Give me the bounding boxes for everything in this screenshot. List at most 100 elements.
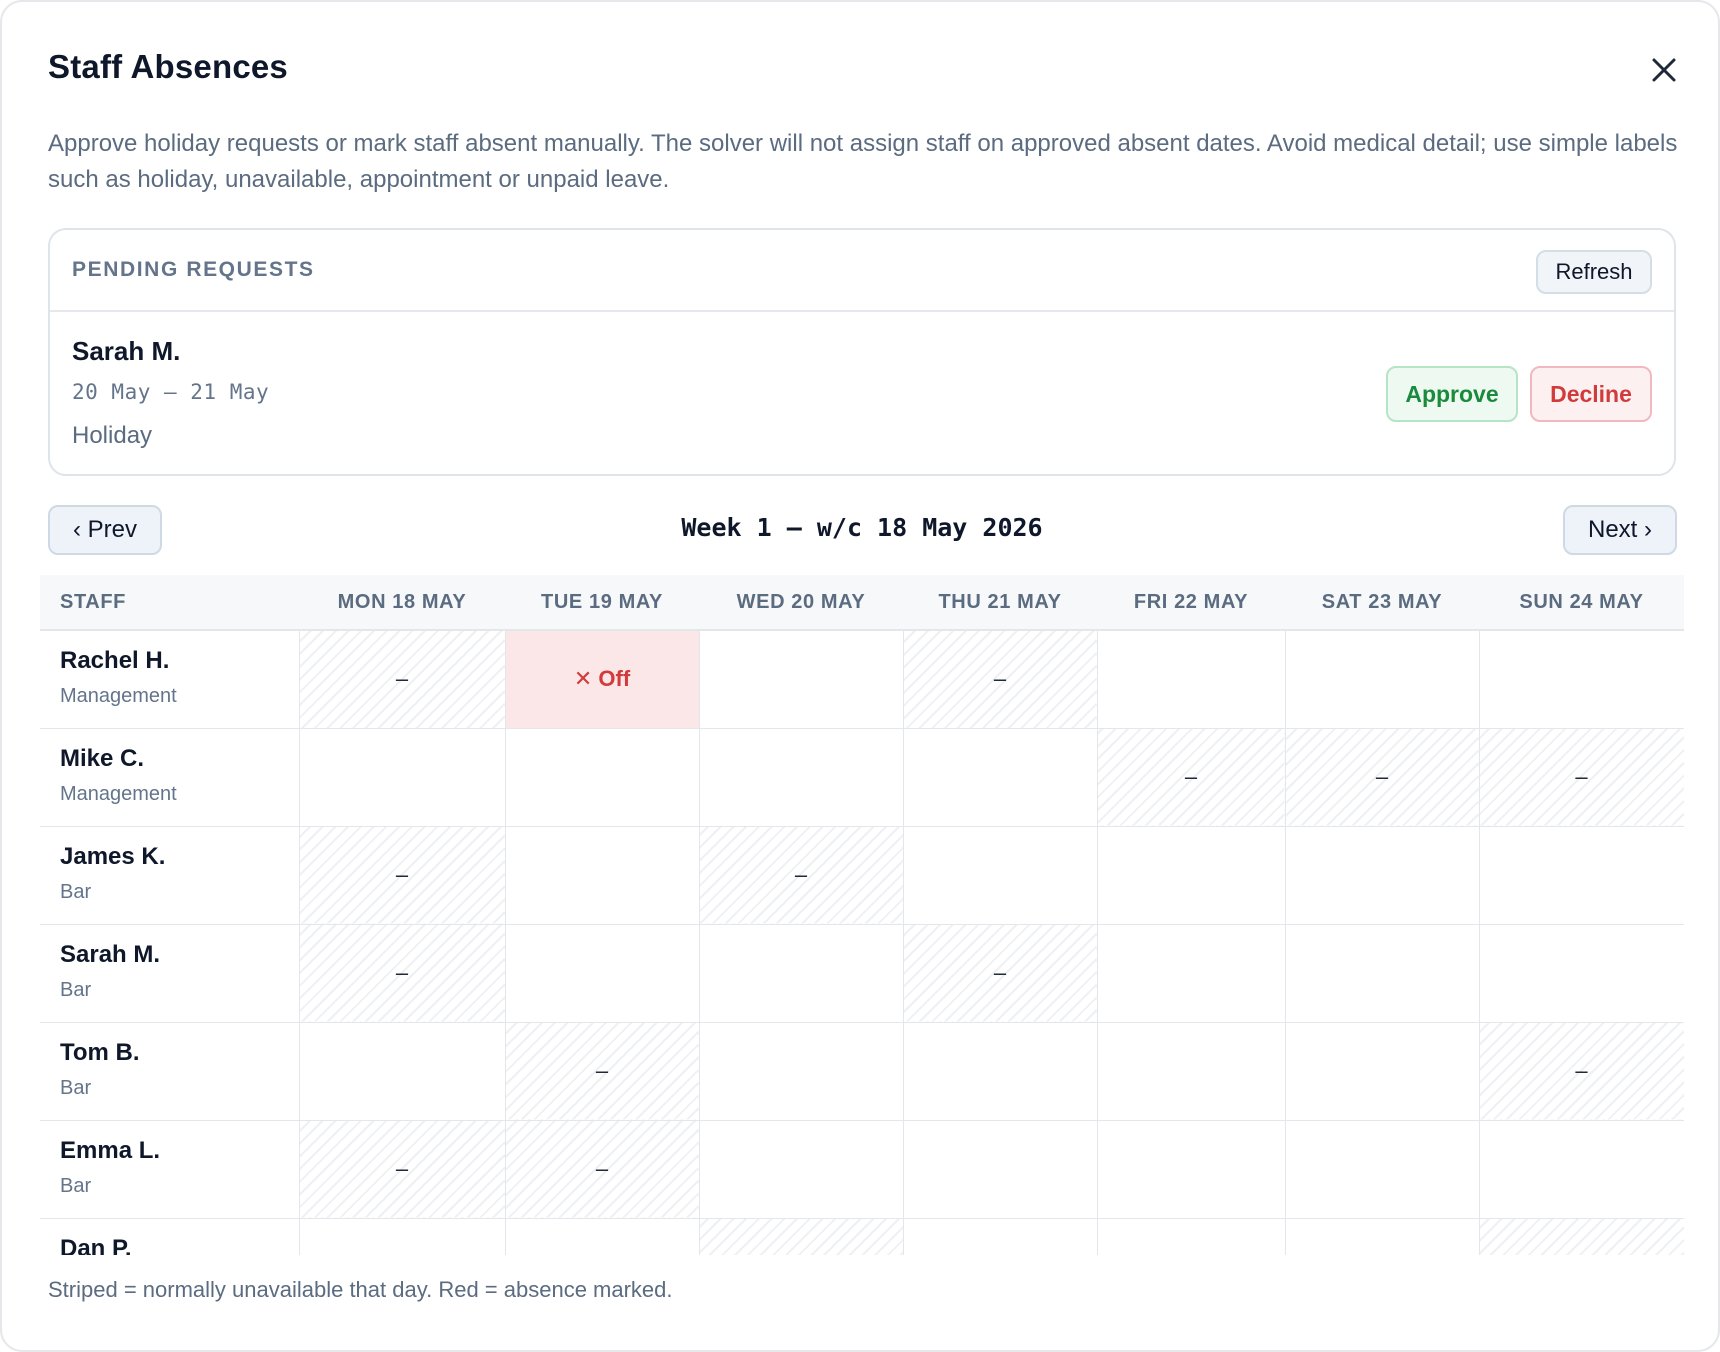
table-row: Mike C. Management – – – [40, 728, 1684, 827]
day-cell-unavailable[interactable]: – [699, 1218, 904, 1255]
staff-column-header: Staff [40, 575, 299, 631]
day-cell[interactable] [903, 1218, 1098, 1255]
day-header: Thu 21 May [903, 575, 1097, 631]
refresh-button[interactable]: Refresh [1536, 250, 1652, 294]
absence-off-label: ✕ Off [573, 666, 631, 692]
legend-footnote: Striped = normally unavailable that day.… [48, 1277, 673, 1302]
modal-title: Staff Absences [48, 48, 288, 85]
unavailable-dash: – [993, 960, 1007, 985]
close-icon [1652, 58, 1676, 82]
unavailable-dash: – [1575, 764, 1588, 789]
unavailable-dash: – [993, 666, 1007, 692]
day-header: Fri 22 May [1097, 575, 1285, 631]
staff-cell: Emma L. Bar [40, 1120, 300, 1219]
day-cell[interactable] [903, 1120, 1098, 1219]
day-cell[interactable] [1097, 1022, 1286, 1121]
day-cell-unavailable[interactable]: – [299, 826, 506, 925]
day-cell-unavailable[interactable]: – [299, 924, 506, 1023]
day-cell[interactable] [1285, 630, 1480, 729]
unavailable-dash: – [1184, 764, 1198, 789]
staff-cell: Rachel H. Management [40, 630, 300, 729]
pending-requests-panel: PENDING REQUESTS Refresh Sarah M. 20 May… [48, 228, 1676, 476]
staff-cell: James K. Bar [40, 826, 300, 925]
day-header: Tue 19 May [505, 575, 699, 631]
grid-header-row: Staff Mon 18 May Tue 19 May Wed 20 May T… [40, 575, 1684, 631]
staff-name: Emma L. [60, 1136, 161, 1164]
staff-name: Sarah M. [60, 940, 161, 968]
pending-requests-title: PENDING REQUESTS [72, 258, 315, 281]
day-cell-unavailable[interactable]: – [1097, 728, 1286, 827]
unavailable-dash: – [395, 862, 409, 887]
day-cell[interactable] [505, 924, 700, 1023]
unavailable-dash: – [1375, 764, 1389, 789]
table-row: Dan P. – – [40, 1218, 1684, 1255]
day-cell[interactable] [505, 826, 700, 925]
day-cell[interactable] [1097, 1120, 1286, 1219]
day-cell[interactable] [903, 728, 1098, 827]
day-cell[interactable] [1285, 1218, 1480, 1255]
day-cell-unavailable[interactable]: – [903, 924, 1098, 1023]
day-cell-unavailable[interactable]: – [1479, 1022, 1684, 1121]
table-row: Tom B. Bar – – [40, 1022, 1684, 1121]
intro-text: Approve holiday requests or mark staff a… [48, 130, 1678, 193]
day-cell[interactable] [1479, 924, 1684, 1023]
approve-button[interactable]: Approve [1386, 366, 1518, 422]
day-cell[interactable] [903, 826, 1098, 925]
staff-cell: Dan P. [40, 1218, 300, 1255]
staff-role: Management [60, 782, 177, 805]
staff-cell: Tom B. Bar [40, 1022, 300, 1121]
day-cell[interactable] [1479, 1120, 1684, 1219]
staff-role: Bar [60, 1174, 92, 1197]
day-cell[interactable] [1285, 924, 1480, 1023]
day-cell[interactable] [699, 1120, 904, 1219]
day-cell[interactable] [1285, 1120, 1480, 1219]
unavailable-dash: – [795, 1254, 807, 1255]
staff-role: Bar [60, 880, 92, 903]
day-cell-unavailable[interactable]: – [699, 826, 904, 925]
day-cell[interactable] [299, 728, 506, 827]
unavailable-dash: – [395, 960, 409, 985]
day-cell[interactable] [1097, 630, 1286, 729]
staff-cell: Sarah M. Bar [40, 924, 300, 1023]
day-cell[interactable] [505, 1218, 700, 1255]
unavailable-dash: – [1575, 1058, 1588, 1083]
day-cell[interactable] [699, 728, 904, 827]
week-title: Week 1 — w/c 18 May 2026 [681, 513, 1043, 542]
day-cell[interactable] [903, 1022, 1098, 1121]
next-week-button[interactable]: Next › [1563, 505, 1677, 555]
day-cell-unavailable[interactable]: – [505, 1120, 700, 1219]
day-cell-unavailable[interactable]: – [299, 630, 506, 729]
day-cell[interactable] [1285, 1022, 1480, 1121]
day-cell[interactable] [1285, 826, 1480, 925]
day-cell-unavailable[interactable]: – [299, 1120, 506, 1219]
decline-button[interactable]: Decline [1530, 366, 1652, 422]
day-cell-unavailable[interactable]: – [1479, 1218, 1684, 1255]
day-cell-unavailable[interactable]: – [1285, 728, 1480, 827]
staff-role: Management [60, 685, 177, 707]
staff-name: Rachel H. [60, 647, 170, 674]
table-row: Emma L. Bar – – [40, 1120, 1684, 1219]
day-cell-unavailable[interactable]: – [505, 1022, 700, 1121]
day-cell[interactable] [1097, 924, 1286, 1023]
staff-name: Tom B. [60, 1038, 140, 1066]
day-cell[interactable] [1097, 826, 1286, 925]
day-cell[interactable] [699, 924, 904, 1023]
table-row: Rachel H. Management – ✕ Off – [40, 630, 1684, 729]
day-cell-unavailable[interactable]: – [1479, 728, 1684, 827]
day-cell-unavailable[interactable]: – [903, 630, 1098, 729]
unavailable-dash: – [595, 1058, 609, 1083]
day-cell[interactable] [699, 630, 904, 729]
unavailable-dash: – [595, 1156, 609, 1181]
table-row: James K. Bar – – [40, 826, 1684, 925]
day-cell[interactable] [299, 1022, 506, 1121]
day-cell[interactable] [1479, 826, 1684, 925]
close-button[interactable] [1642, 48, 1686, 92]
unavailable-dash: – [794, 862, 808, 887]
day-cell[interactable] [299, 1218, 506, 1255]
day-cell[interactable] [1097, 1218, 1286, 1255]
day-cell-absent[interactable]: ✕ Off [505, 630, 700, 729]
day-cell[interactable] [505, 728, 700, 827]
day-cell[interactable] [699, 1022, 904, 1121]
request-dates: 20 May – 21 May [72, 380, 270, 404]
day-cell[interactable] [1479, 630, 1684, 729]
